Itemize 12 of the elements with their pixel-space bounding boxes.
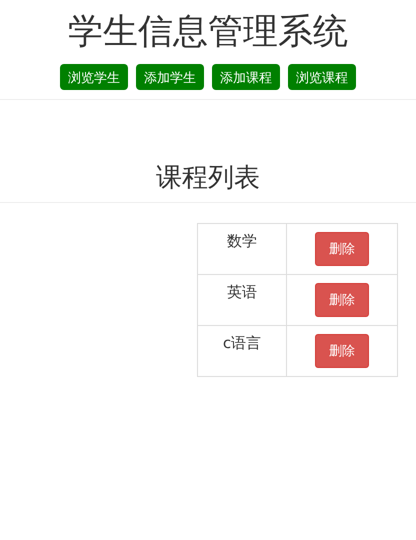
app-title: 学生信息管理系统 [67,11,349,54]
nav-button[interactable]: 添加课程 [212,64,280,90]
course-name: c语言 [222,334,262,353]
delete-button[interactable]: 删除 [315,283,369,317]
delete-button[interactable]: 删除 [315,232,369,266]
page-heading: 课程列表 [155,162,261,194]
course-name: 英语 [227,283,257,302]
delete-button[interactable]: 删除 [315,334,369,368]
nav-button[interactable]: 浏览学生 [60,64,128,90]
course-name: 数学 [227,232,257,251]
nav-button[interactable]: 浏览课程 [288,64,356,90]
nav-button[interactable]: 添加学生 [136,64,204,90]
